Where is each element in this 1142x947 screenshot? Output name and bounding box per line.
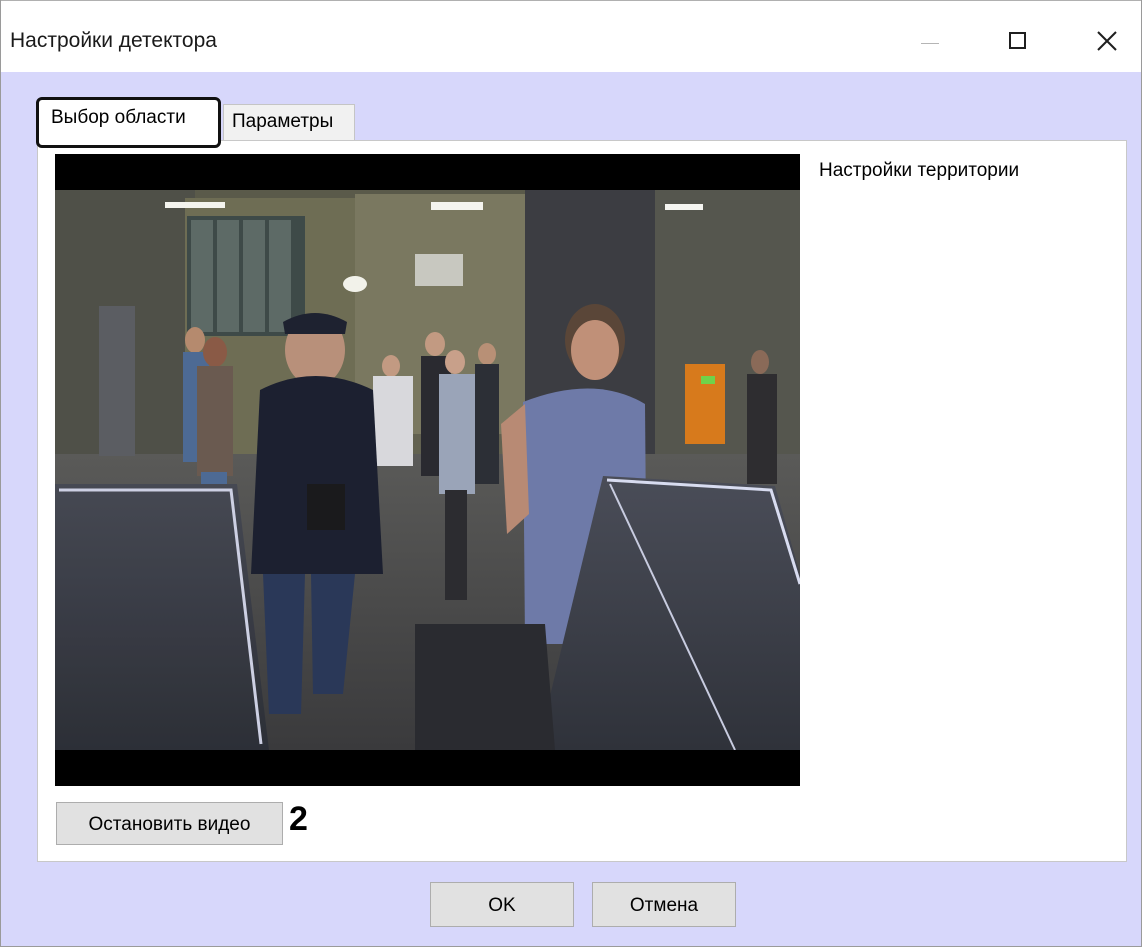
callout-number: 2: [289, 800, 308, 838]
maximize-button[interactable]: [997, 21, 1043, 61]
tab-parameters[interactable]: Параметры: [223, 104, 355, 140]
territory-settings-label: Настройки территории: [819, 160, 1020, 181]
cancel-button[interactable]: Отмена: [592, 882, 736, 927]
minimize-button[interactable]: [908, 21, 954, 61]
tab-area-selection-label: Выбор области: [51, 107, 186, 128]
maximize-icon: [1009, 32, 1026, 49]
video-frame-image: [55, 154, 800, 786]
settings-dialog: Настройки детектора Выбор области Параме…: [0, 0, 1142, 947]
ok-button[interactable]: OK: [430, 882, 574, 927]
video-preview[interactable]: [55, 154, 800, 786]
close-button[interactable]: [1084, 21, 1130, 61]
tab-area-selection[interactable]: Выбор области: [36, 97, 221, 148]
title-bar[interactable]: Настройки детектора: [1, 0, 1141, 72]
close-icon: [1097, 31, 1117, 51]
tab-parameters-label: Параметры: [232, 111, 334, 132]
minimize-icon: [921, 43, 939, 44]
stop-video-button[interactable]: Остановить видео: [56, 802, 283, 845]
window-title: Настройки детектора: [10, 29, 217, 52]
